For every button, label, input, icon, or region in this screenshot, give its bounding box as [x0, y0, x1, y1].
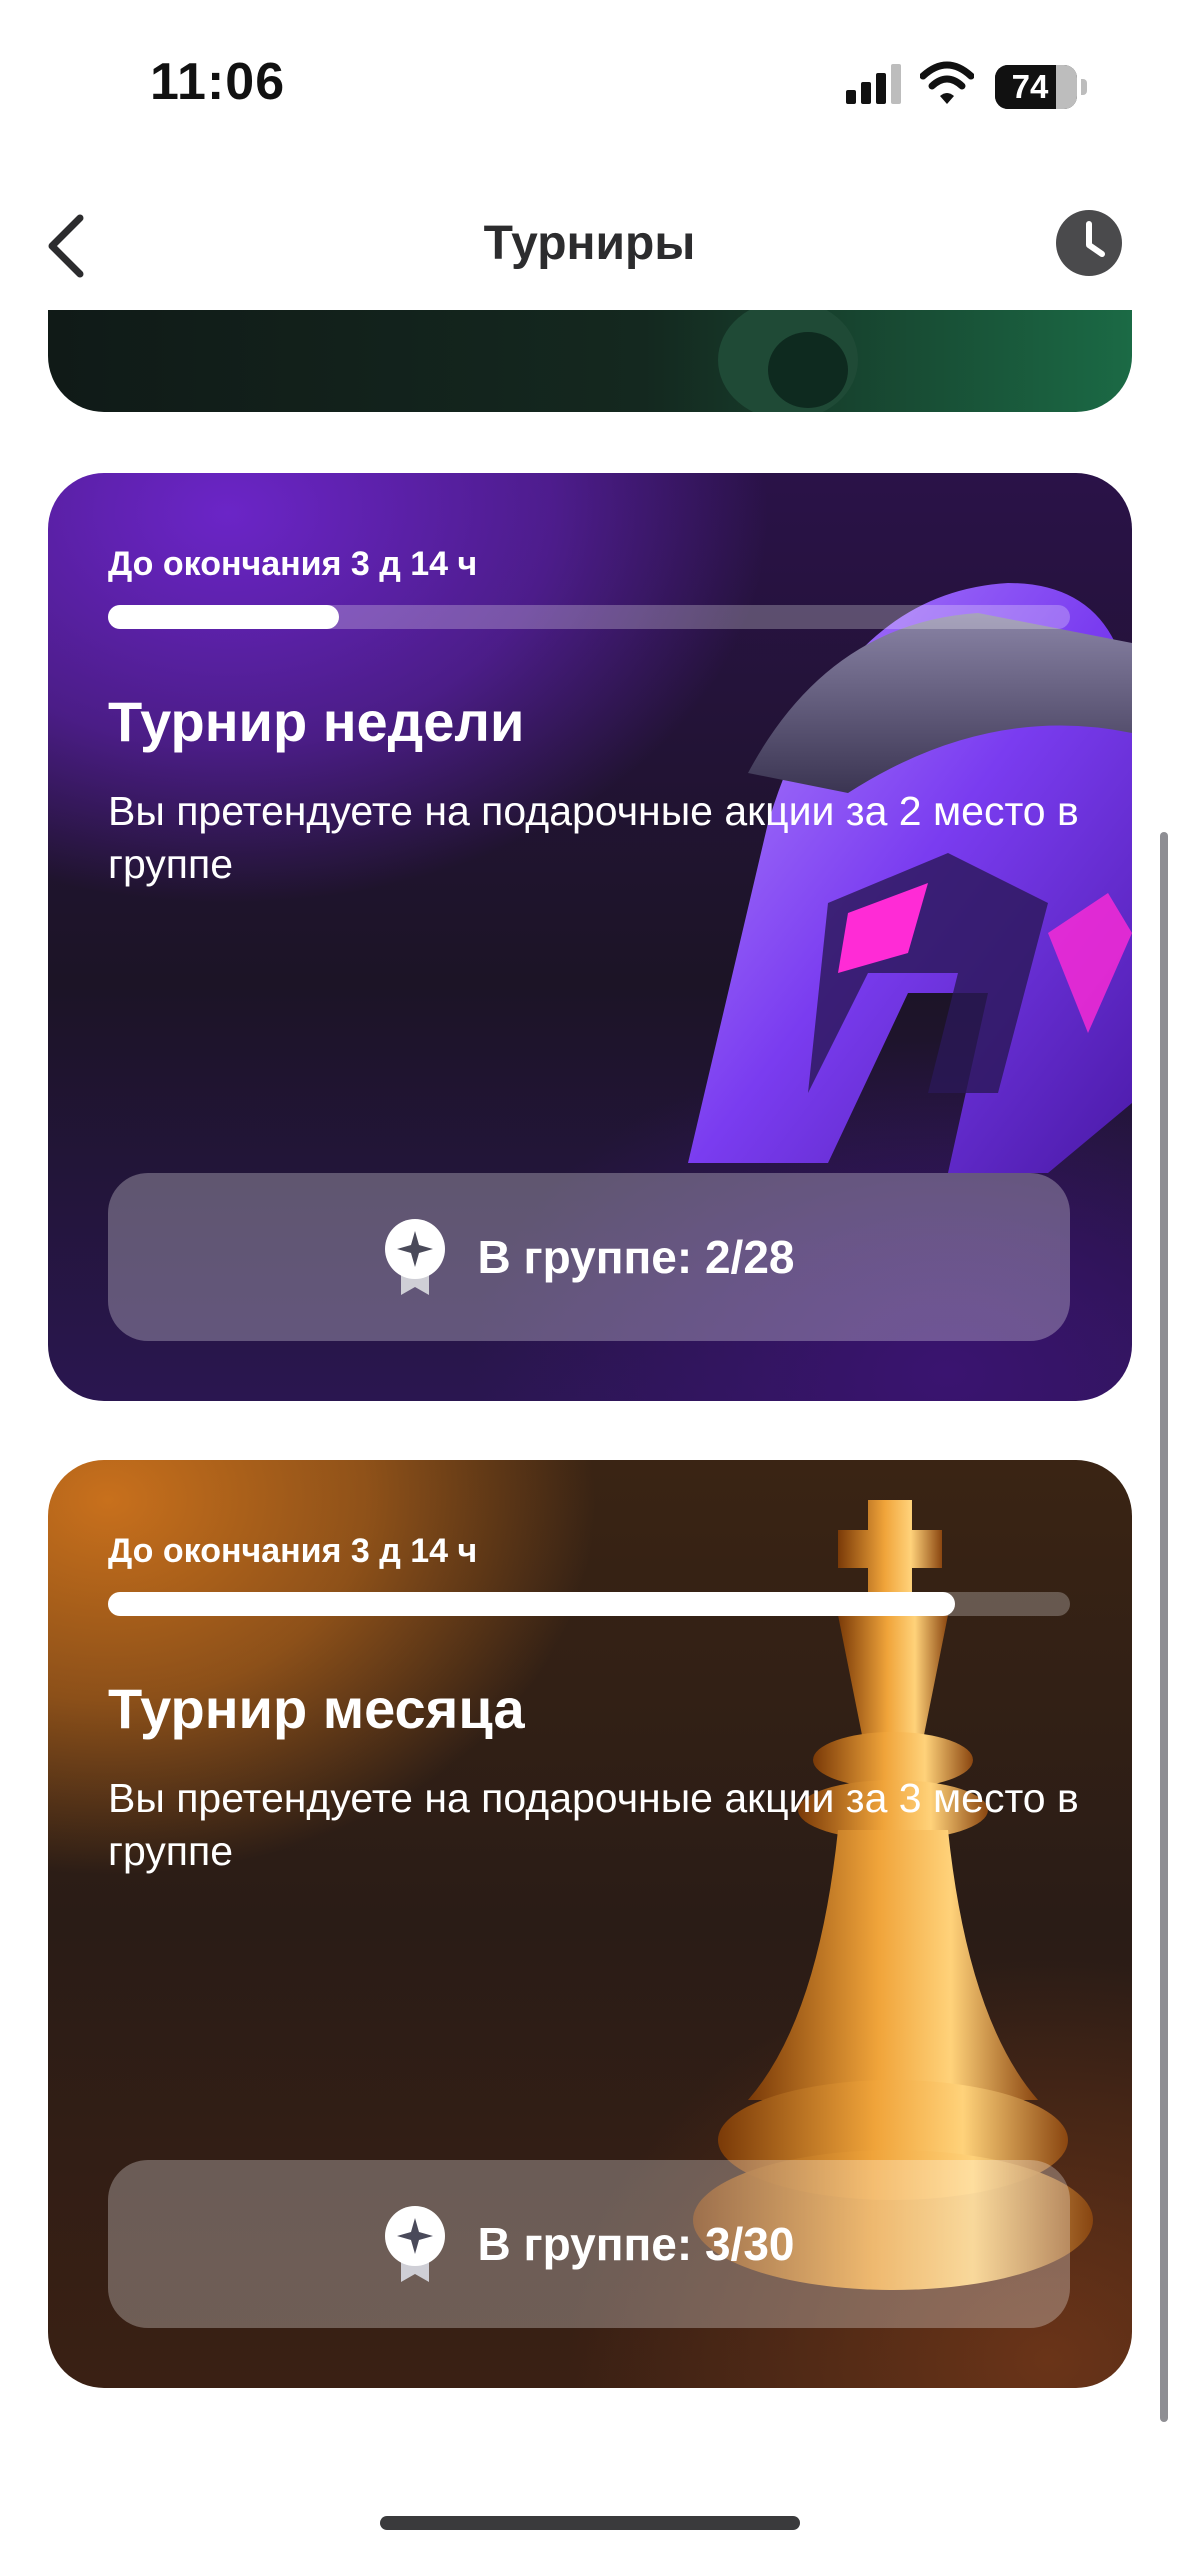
- tournament-description: Вы претендуете на подарочные акции за 2 …: [108, 788, 1079, 887]
- home-indicator[interactable]: [380, 2516, 800, 2530]
- battery-indicator: 74: [995, 65, 1077, 109]
- page-title: Турниры: [483, 217, 696, 270]
- clock-icon: [1086, 221, 1105, 257]
- status-time: 11:06: [150, 53, 286, 111]
- time-remaining: До окончания 3 д 14 ч: [108, 545, 478, 583]
- wifi-icon: [920, 61, 974, 104]
- group-rank-button[interactable]: В группе: 2/28: [108, 1173, 1070, 1341]
- tournament-description: Вы претендуете на подарочные акции за 3 …: [108, 1775, 1079, 1874]
- leaf-illustration: [718, 310, 858, 412]
- cellular-signal-icon: [846, 64, 901, 104]
- history-button[interactable]: [1056, 210, 1122, 276]
- progress-fill: [108, 605, 339, 629]
- progress-bar: [108, 605, 1070, 629]
- scrollbar[interactable]: [1160, 832, 1168, 2422]
- group-rank-label: В группе: 2/28: [477, 1231, 795, 1283]
- navigation-bar: Турниры: [0, 190, 1179, 300]
- time-remaining: До окончания 3 д 14 ч: [108, 1532, 478, 1570]
- battery-nub: [1081, 79, 1087, 95]
- tournament-title: Турнир недели: [108, 690, 525, 753]
- battery-level: 74: [1011, 68, 1049, 105]
- tournament-title: Турнир месяца: [108, 1677, 525, 1740]
- tournament-list[interactable]: До окончания 3 д 14 ч Турнир недели Вы п…: [0, 310, 1179, 2556]
- tournament-card-month[interactable]: До окончания 3 д 14 ч Турнир месяца Вы п…: [48, 1460, 1132, 2388]
- medal-icon: [385, 1219, 446, 1295]
- medal-icon: [385, 2206, 446, 2282]
- group-rank-label: В группе: 3/30: [477, 2218, 795, 2270]
- group-rank-button[interactable]: В группе: 3/30: [108, 2160, 1070, 2328]
- status-bar: 11:06 74: [0, 0, 1179, 170]
- progress-bar: [108, 1592, 1070, 1616]
- tournament-card-week[interactable]: До окончания 3 д 14 ч Турнир недели Вы п…: [48, 473, 1132, 1401]
- previous-tournament-card[interactable]: [48, 310, 1132, 412]
- progress-fill: [108, 1592, 955, 1616]
